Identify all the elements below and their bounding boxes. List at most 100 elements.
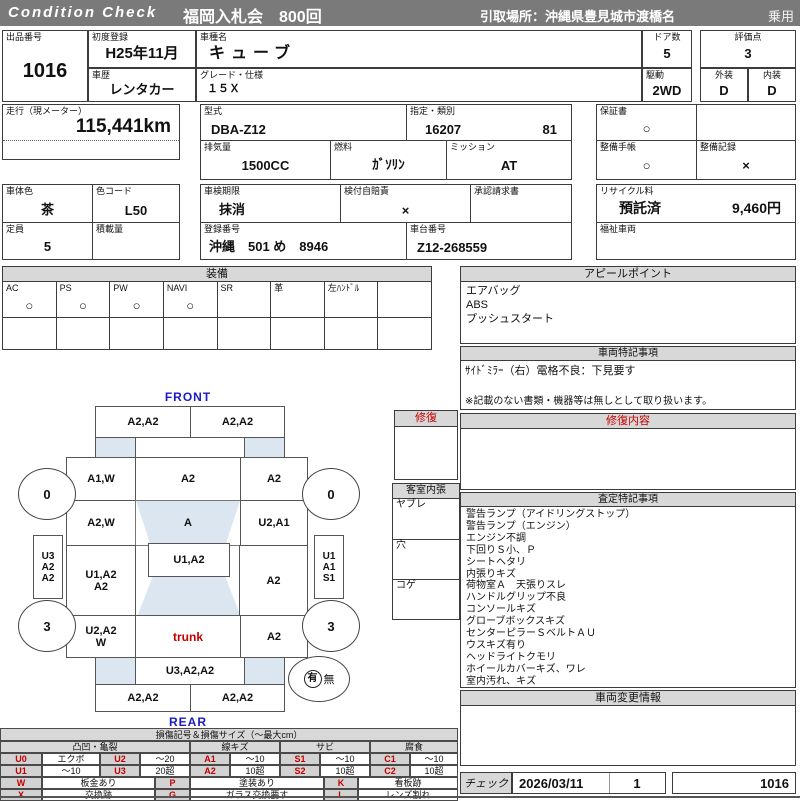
assessment-line: ハンドルグリップ不良 [466,592,566,604]
recycle-fee-label: リサイクル料 [600,186,654,196]
field-maintenance-record: 整備記録 × [697,141,795,179]
engine-block: 型式 DBA-Z12 指定・類別 16207 81 排気量 1500CC 燃料 … [200,104,572,180]
empty-cell [697,105,795,141]
equipment-mark-ps: ○ [79,298,87,313]
hood-left-cell: A1,W [66,457,136,501]
hood-center-cell: A2 [135,457,241,501]
doors-label: ドア数 [653,32,681,42]
equipment-cell-sr: SR [218,282,272,317]
vin-value: Z12-268559 [417,240,488,255]
field-first-registration: 初度登録 H25年11月 [88,30,196,68]
side-right-cell: A2 [239,545,308,616]
field-class-number: 指定・類別 16207 81 [407,105,571,141]
appeal-line: プッシュスタート [466,313,554,325]
exterior-grade-value: D [719,83,729,98]
grade-value: １５Ｘ [207,83,240,95]
fuel-value: ｶﾞｿﾘﾝ [372,157,405,172]
legend-code: X [0,789,42,801]
legend-code: U1 [0,765,42,777]
hood-right-cell: A2 [240,457,308,501]
field-welfare-vehicle: 福祉車両 [597,223,795,259]
field-lot-number: 出品番号 1016 [2,30,88,102]
field-body-color: 車体色 茶 [3,185,93,223]
check-lot-box: 1016 [672,772,796,794]
check-lot-value: 1016 [760,776,789,791]
assessment-notes-list: 警告ランプ（アイドリングストップ） 警告ランプ（エンジン） エンジン不調 下回り… [466,509,792,688]
field-jibaiseki: 検付自賠責 × [341,185,471,223]
check-count-value: 1 [633,776,641,791]
legend-marks-row-1: W 板金あり P 塗装あり K 看板跡 [0,777,458,789]
field-transmission: ミッション AT [447,141,571,179]
brand-logo: Condition Check [8,4,158,21]
cabin-interior-title: 客室内張 [393,484,459,499]
doors-value: 5 [663,46,671,61]
legend-code: C1 [370,753,410,765]
legend-code: U0 [0,753,42,765]
cabin-interior-item-tear: ヤブレ [396,499,426,510]
field-capacity: 定員 5 [3,223,93,259]
inspection-value: 抹消 [219,202,246,217]
wheel-front-left: 0 [18,468,76,520]
field-load: 積載量 [93,223,179,259]
maintenance-record-label: 整備記録 [700,142,737,152]
legend-code: A1 [190,753,230,765]
cabin-interior-item-burn: コゲ [393,579,459,619]
interior-grade-label: 内装 [762,70,781,80]
vehicle-notes-box: 車両特記事項 ｻｲﾄﾞﾐﾗｰ（右）電格不良：下見要す ※記載のない書類・機器等は… [460,346,796,410]
assessment-line: 荷物室Ａ 天張りスレ [466,580,566,592]
field-recycle-fee: リサイクル料 預託済 9,460円 [597,185,795,223]
repair-flag-box: 修復 [394,410,458,480]
appeal-line: ABS [466,299,489,311]
wheel-front-right: 0 [302,468,360,520]
equipment-label-pw: PW [113,283,128,293]
mileage-value: 115,441km [75,116,171,137]
legend-desc: 塗装あり [190,777,324,789]
maintenance-book-value: ○ [642,158,651,173]
front-bumper-left-cell: A2,A2 [95,406,191,438]
field-history: 車歴 レンタカー [88,68,196,102]
displacement-label: 排気量 [204,142,232,152]
field-vin: 車台番号 Z12-268559 [407,223,571,259]
damage-diagram: FRONT A2,A2 A2,A2 A1,W A2 A2 A2,W A U2,A… [0,388,460,729]
check-date-box: 2026/03/11 1 [512,772,666,794]
quarter-right-cell: A2 [240,615,308,658]
legend-desc: レンズ割れ [358,789,458,801]
equipment-cell-ac: AC ○ [3,282,57,317]
history-value: レンタカー [109,82,175,97]
field-grade: グレード・仕様 １５Ｘ [196,68,642,102]
equipment-label-leather: 革 [274,283,284,293]
inspection-label: 車検期限 [204,186,241,196]
fuel-label: 燃料 [334,142,353,152]
front-corner-right [244,437,285,458]
field-approval: 承認請求書 [471,185,571,223]
legend-desc: 10超 [230,765,280,777]
vehicle-notes-footnote: ※記載のない書類・機器等は無しとして取り扱います。 [465,396,713,407]
class-number2-value: 81 [542,122,557,137]
cabin-interior-box: 客室内張 ヤブレ 穴 コゲ [392,483,460,620]
equipment-mark-navi: ○ [186,298,195,313]
change-info-box: 車両変更情報 [460,690,796,766]
rear-label: REAR [168,715,207,729]
legend-desc: 10超 [320,765,370,777]
legend-desc: 10超 [410,765,458,777]
equipment-mark-pw: ○ [132,298,141,313]
front-bumper-right-cell: A2,A2 [190,406,285,438]
sill-right-cell: U1 A1 S1 [314,535,344,599]
vehicle-notes-line: ｻｲﾄﾞﾐﾗｰ（右）電格不良：下見要す [465,365,636,377]
wheel-rear-right: 3 [302,600,360,652]
warranty-label: 保証書 [600,106,628,116]
legend-desc: ガラス交換要す [190,789,324,801]
equipment-table: 装備 AC ○ PS ○ PW ○ NAVI ○ SR 革 左ﾊﾝﾄﾞﾙ [2,266,432,350]
assessment-line: 内張りキズ [466,568,516,580]
assessment-line: シートヘタリ [466,556,526,568]
check-date-value: 2026/03/11 [519,776,584,791]
field-displacement: 排気量 1500CC [201,141,331,179]
recycle-block: リサイクル料 預託済 9,460円 福祉車両 [596,184,796,260]
body-color-label: 車体色 [6,186,34,196]
assessment-line: コンソールキズ [466,604,536,616]
legend-code: P [155,777,190,789]
equipment-label-ps: PS [59,283,72,293]
model-code-value: DBA-Z12 [211,122,266,137]
assessment-line: ウスキズ有り [466,639,526,651]
assessment-line: エンジン不調 [466,532,526,544]
